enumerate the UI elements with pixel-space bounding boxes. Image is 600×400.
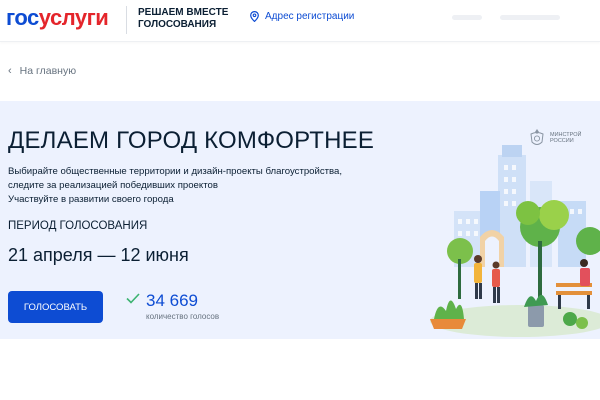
logo-part-2: услуги [38,5,109,30]
gosuslugi-logo[interactable]: госуслуги [6,5,109,30]
hero-description: Выбирайте общественные территории и диза… [8,165,348,207]
description-line-2: следите за реализацией победивших проект… [8,180,218,191]
project-title[interactable]: РЕШАЕМ ВМЕСТЕ ГОЛОСОВАНИЯ [138,7,238,31]
location-pin-icon [250,11,259,22]
region-selector[interactable]: Адрес регистрации [250,11,354,22]
city-park-illustration [430,145,600,337]
region-label: Адрес регистрации [265,11,355,22]
description-line-1: Выбирайте общественные территории и диза… [8,166,343,177]
period-value: 21 апреля — 12 июня [8,245,189,265]
hero-banner: ДЕЛАЕМ ГОРОД КОМФОРТНЕЕ Выбирайте общест… [0,101,600,339]
logo-part-1: гос [6,5,39,30]
user-menu-placeholder-2[interactable] [500,15,560,20]
period-label: ПЕРИОД ГОЛОСОВАНИЯ [8,220,148,232]
votes-count-label: количество голосов [146,312,220,321]
user-menu-placeholder[interactable] [452,15,482,20]
project-title-line-2: ГОЛОСОВАНИЯ [138,19,217,30]
header-divider [126,6,127,34]
votes-count: 34 669 [146,291,198,310]
project-title-line-1: РЕШАЕМ ВМЕСТЕ [138,7,229,18]
page-title: ДЕЛАЕМ ГОРОД КОМФОРТНЕЕ [8,127,375,154]
chevron-left-icon: ‹ [8,65,12,77]
vote-button[interactable]: ГОЛОСОВАТЬ [8,291,103,323]
back-link[interactable]: ‹ На главную [8,65,76,77]
checkmark-icon [126,293,140,304]
back-link-label: На главную [19,65,77,77]
top-header: госуслуги РЕШАЕМ ВМЕСТЕ ГОЛОСОВАНИЯ Адре… [0,0,600,42]
description-line-3: Участвуйте в развитии своего города [8,194,174,205]
